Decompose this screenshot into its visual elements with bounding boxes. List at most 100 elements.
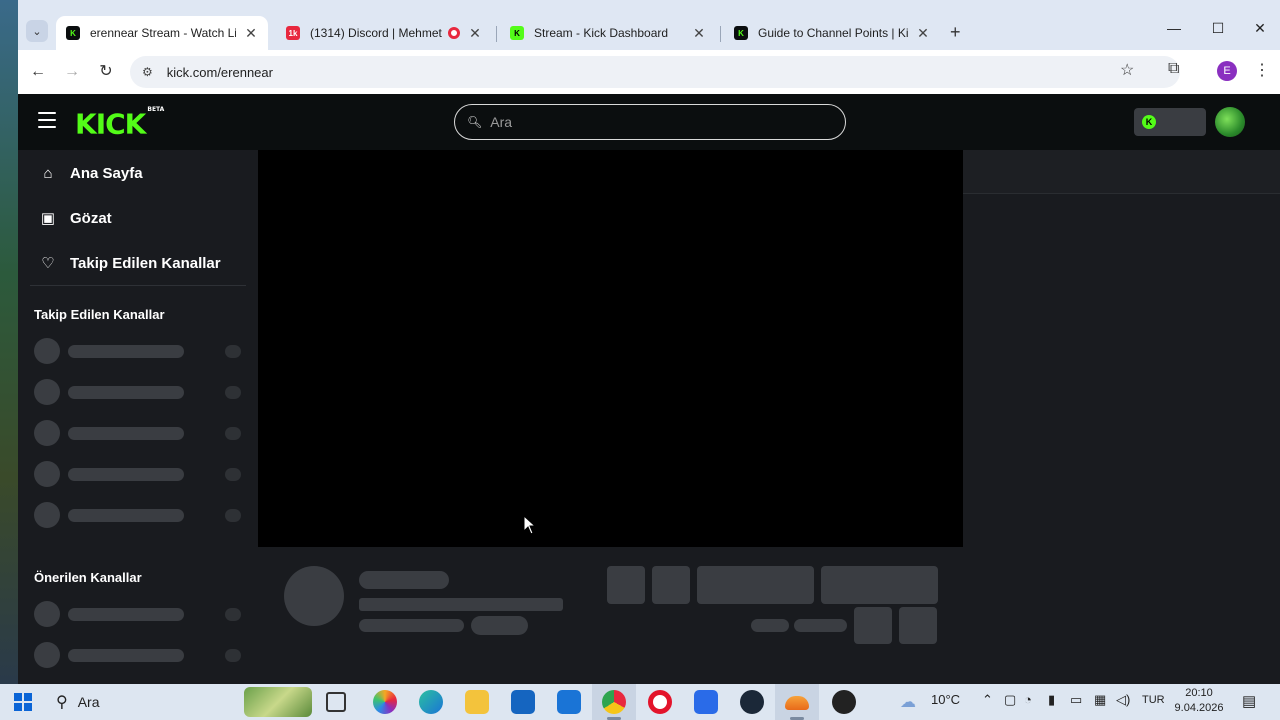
back-button[interactable]: ← — [26, 60, 50, 84]
outlook-icon[interactable] — [557, 690, 581, 714]
tray-app-icon[interactable]: ◔ — [1024, 692, 1032, 707]
close-tab-icon[interactable]: ✕ — [468, 25, 482, 42]
kick-points-button[interactable]: K — [1134, 108, 1206, 136]
button-skeleton — [854, 607, 892, 644]
streamer-avatar-skeleton — [284, 566, 344, 626]
volume-icon[interactable]: ◁) — [1116, 692, 1130, 708]
stream-info-skeleton — [258, 547, 963, 684]
desktop-background — [0, 0, 18, 684]
clock[interactable]: 20:10 9.04.2026 — [1174, 686, 1224, 716]
button-skeleton — [697, 566, 814, 604]
discord-favicon-icon: 1k — [286, 26, 300, 40]
windows-start-icon[interactable] — [14, 693, 32, 711]
kick-favicon-icon: K — [66, 26, 80, 40]
notification-icon[interactable]: ▤ — [1242, 692, 1256, 710]
weather-temp[interactable]: 10°C — [931, 692, 960, 707]
taskbar-search[interactable]: ⚲ Ara — [56, 692, 100, 712]
video-player[interactable] — [258, 150, 963, 547]
bookmark-star-icon[interactable]: ☆ — [1120, 60, 1134, 80]
tab-strip: ⌄ K erennear Stream - Watch Live o ✕ 1k … — [18, 12, 1280, 50]
kick-coin-icon: K — [1142, 115, 1156, 129]
copilot-icon[interactable] — [373, 690, 397, 714]
forward-button[interactable]: → — [60, 60, 84, 84]
close-tab-icon[interactable]: ✕ — [692, 25, 706, 42]
text-skeleton — [359, 619, 464, 632]
text-skeleton — [794, 619, 847, 632]
maximize-button[interactable]: ☐ — [1198, 20, 1238, 37]
extensions-icon[interactable]: ⧉ — [1168, 60, 1179, 78]
sidebar: ⌂ Ana Sayfa ▣ Gözat ♡ Takip Edilen Kanal… — [18, 150, 258, 684]
kick-favicon-icon: K — [510, 26, 524, 40]
clock-time: 20:10 — [1185, 687, 1213, 699]
discord-app-icon[interactable] — [694, 690, 718, 714]
tab-separator — [496, 26, 497, 42]
channel-skeleton — [34, 420, 244, 446]
tab-kick-dashboard[interactable]: K Stream - Kick Dashboard ✕ — [500, 16, 716, 50]
language-indicator[interactable]: TUR — [1142, 694, 1165, 706]
close-tab-icon[interactable]: ✕ — [244, 25, 258, 42]
network-icon[interactable]: ▦ — [1094, 692, 1106, 708]
chat-header — [963, 150, 1280, 194]
chevron-up-icon[interactable]: ⌃ — [982, 692, 993, 708]
button-skeleton — [652, 566, 690, 604]
hamburger-menu-icon[interactable] — [38, 112, 56, 128]
weather-icon[interactable]: ☁ — [900, 692, 916, 712]
tab-discord[interactable]: 1k (1314) Discord | Mehmet12 ✕ — [276, 16, 492, 50]
tab-title: Stream - Kick Dashboard — [534, 26, 669, 40]
sidebar-item-following[interactable]: ♡ Takip Edilen Kanallar — [38, 248, 220, 278]
tab-title: Guide to Channel Points | Kick.c — [758, 26, 908, 40]
tab-separator — [720, 26, 721, 42]
browser-menu-icon[interactable]: ⋮ — [1254, 60, 1270, 80]
text-skeleton — [471, 616, 528, 635]
minimize-button[interactable]: — — [1154, 20, 1194, 36]
recommended-channels-title: Önerilen Kanallar — [34, 570, 142, 585]
tray-app-icon[interactable]: ▢ — [1004, 692, 1016, 708]
channel-skeleton — [34, 502, 244, 528]
user-avatar[interactable] — [1215, 107, 1245, 137]
sidebar-item-browse[interactable]: ▣ Gözat — [38, 203, 112, 233]
tab-title: erennear Stream - Watch Live o — [90, 26, 236, 40]
tab-search-button[interactable]: ⌄ — [26, 20, 48, 42]
text-skeleton — [359, 598, 563, 611]
channel-skeleton — [34, 461, 244, 487]
opera-icon[interactable] — [648, 690, 672, 714]
channel-skeleton — [34, 601, 244, 627]
obs-icon[interactable] — [832, 690, 856, 714]
edge-icon[interactable] — [419, 690, 443, 714]
search-highlight-widget[interactable] — [244, 687, 312, 717]
button-skeleton — [607, 566, 645, 604]
site-info-icon[interactable]: ⚙ — [142, 65, 153, 79]
steam-icon[interactable] — [740, 690, 764, 714]
file-explorer-icon[interactable] — [465, 690, 489, 714]
chrome-icon[interactable] — [602, 690, 626, 714]
task-view-icon[interactable] — [326, 692, 346, 712]
microphone-icon[interactable]: ▮ — [1048, 692, 1055, 708]
channel-skeleton — [34, 642, 244, 668]
reload-button[interactable]: ↻ — [94, 60, 118, 84]
store-icon[interactable] — [511, 690, 535, 714]
url-text: kick.com/erennear — [166, 64, 273, 80]
tab-kick-stream[interactable]: K erennear Stream - Watch Live o ✕ — [56, 16, 268, 50]
recording-icon — [448, 27, 460, 39]
sidebar-item-home[interactable]: ⌂ Ana Sayfa — [38, 158, 142, 188]
new-tab-button[interactable]: + — [950, 22, 961, 43]
address-bar[interactable]: ⚙ kick.com/erennear — [130, 56, 1180, 88]
clock-date: 9.04.2026 — [1174, 702, 1224, 714]
button-skeleton — [899, 607, 937, 644]
cloud-app-icon[interactable] — [785, 696, 809, 710]
profile-avatar[interactable]: E — [1217, 61, 1237, 81]
search-input[interactable]: 🔍︎ Ara — [454, 104, 846, 140]
gpu-icon[interactable]: ▭ — [1070, 692, 1082, 708]
home-icon: ⌂ — [43, 164, 53, 182]
mouse-cursor-icon — [523, 515, 537, 535]
channel-skeleton — [34, 338, 244, 364]
tab-title: (1314) Discord | Mehmet12 — [310, 26, 442, 40]
chat-panel — [963, 150, 1280, 684]
kick-logo[interactable]: KICK BETA — [75, 106, 164, 139]
search-placeholder: Ara — [490, 114, 513, 130]
close-tab-icon[interactable]: ✕ — [916, 25, 930, 42]
tab-kick-guide[interactable]: K Guide to Channel Points | Kick.c ✕ — [724, 16, 940, 50]
close-window-button[interactable]: ✕ — [1240, 20, 1280, 37]
browser-toolbar: ← → ↻ ⚙ kick.com/erennear ☆ ⧉ E ⋮ — [18, 50, 1280, 94]
taskbar: ⚲ Ara ☁ 10°C ⌃ ▢ ◔ ▮ ▭ ▦ ◁) TUR 20:10 9.… — [0, 684, 1280, 720]
